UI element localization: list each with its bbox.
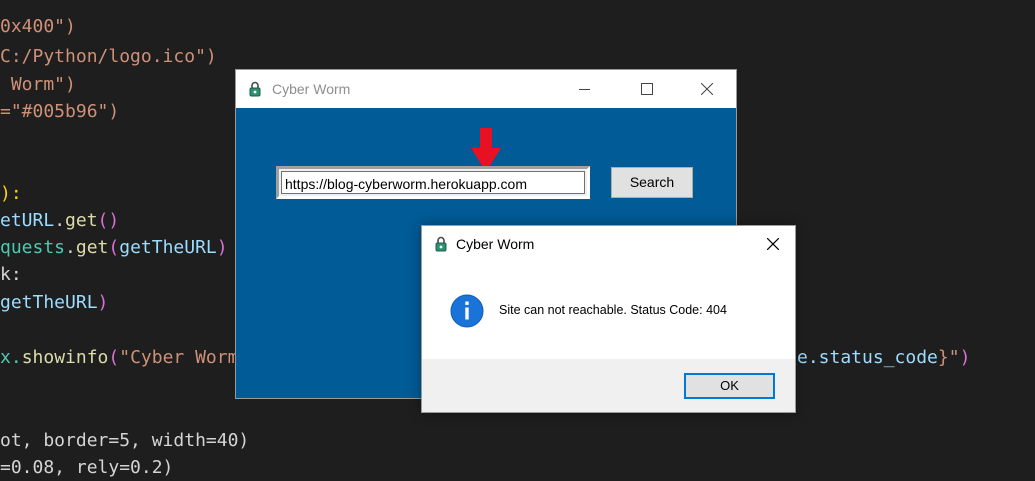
maximize-icon: [641, 83, 653, 95]
message-box-close-button[interactable]: [750, 226, 796, 262]
code-line-1: 0x400"): [0, 16, 76, 37]
code-line-12: =0.08, rely=0.2): [0, 457, 174, 478]
message-text: Site can not reachable. Status Code: 404: [499, 303, 727, 317]
app-lock-icon: [435, 236, 447, 252]
message-box: Cyber Worm Site can not reachable. Statu…: [421, 225, 796, 413]
code-line-9: getTheURL): [0, 292, 109, 313]
code-line-10-right: e.status_code}"): [797, 347, 971, 368]
message-box-body: Site can not reachable. Status Code: 404: [422, 262, 795, 359]
message-box-footer: OK: [422, 359, 795, 412]
main-titlebar[interactable]: Cyber Worm: [236, 70, 736, 108]
minimize-icon: [579, 89, 590, 90]
message-box-titlebar[interactable]: Cyber Worm: [422, 226, 795, 262]
code-line-8: k:: [0, 264, 22, 285]
main-window-title: Cyber Worm: [272, 81, 351, 97]
minimize-button[interactable]: [562, 70, 608, 108]
search-button[interactable]: Search: [611, 167, 693, 198]
code-line-11: ot, border=5, width=40): [0, 430, 250, 451]
info-icon: [450, 294, 484, 328]
code-line-3: Worm"): [0, 74, 76, 95]
code-line-6: etURL.get(): [0, 210, 120, 231]
close-button[interactable]: [684, 70, 730, 108]
code-line-4: ="#005b96"): [0, 101, 120, 122]
url-input[interactable]: https://blog-cyberworm.herokuapp.com: [281, 171, 585, 194]
code-line-10: x.showinfo("Cyber Worm: [0, 347, 239, 368]
maximize-button[interactable]: [624, 70, 670, 108]
message-box-title: Cyber Worm: [456, 236, 535, 252]
close-icon: [701, 83, 713, 95]
code-line-5: ):: [0, 183, 22, 204]
close-icon: [767, 238, 779, 250]
app-lock-icon: [249, 81, 261, 97]
code-line-7: quests.get(getTheURL): [0, 237, 228, 258]
url-entry-frame[interactable]: https://blog-cyberworm.herokuapp.com: [276, 166, 590, 199]
code-line-2: C:/Python/logo.ico"): [0, 46, 217, 67]
ok-button[interactable]: OK: [684, 373, 775, 399]
